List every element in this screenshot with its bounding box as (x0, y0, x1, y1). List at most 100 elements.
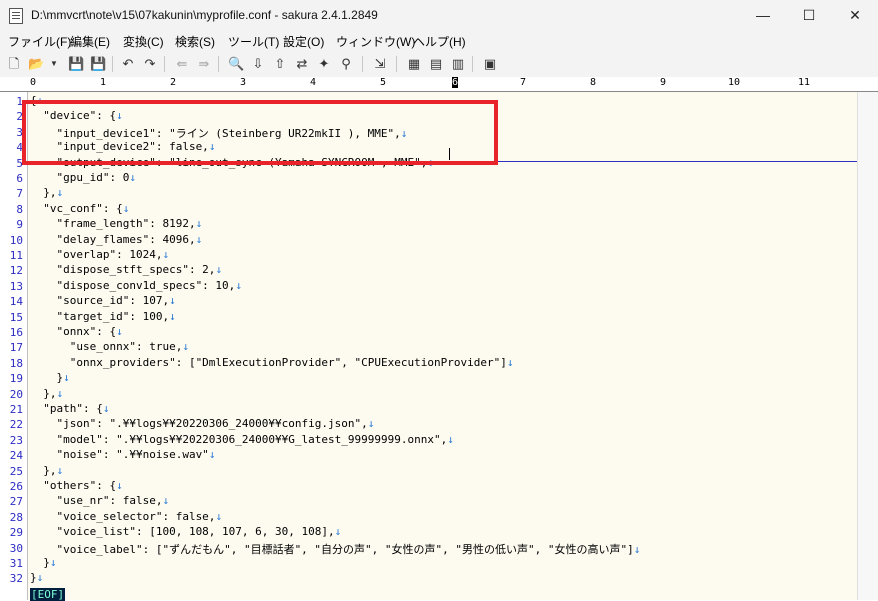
line-number: 23 (9, 433, 23, 447)
ruler-mark: 11 (798, 77, 811, 88)
line-end-arrow-icon: ↓ (116, 479, 123, 492)
line-number: 6 (16, 172, 23, 185)
code-line-text: "source_id": 107, (30, 294, 170, 308)
code-line: "use_onnx": true,↓ (30, 340, 189, 353)
dropdown-arrow-icon[interactable]: ▼ (46, 56, 62, 72)
code-line: "model": ".¥¥logs¥¥20220306_24000¥¥G_lat… (30, 432, 453, 446)
line-number: 29 (9, 526, 23, 540)
menu-window[interactable]: ウィンドウ(W) (336, 33, 415, 50)
ruler-mark: 4 (310, 77, 317, 88)
code-line: "frame_length": 8192,↓ (30, 217, 202, 230)
code-line: "onnx": {↓ (30, 325, 123, 338)
code-line-text: }, (30, 463, 57, 477)
code-line: "path": {↓ (30, 402, 109, 415)
grep-icon[interactable]: ⚲ (338, 56, 354, 72)
code-line: "dispose_stft_specs": 2,↓ (30, 263, 222, 276)
code-line-text: "model": ".¥¥logs¥¥20220306_24000¥¥G_lat… (30, 432, 448, 446)
menu-tools[interactable]: ツール(T) (228, 33, 279, 50)
window-title: D:\mmvcrt\note\v15\07kakunin\myprofile.c… (31, 8, 378, 22)
line-end-arrow-icon: ↓ (162, 494, 170, 508)
code-line: "noise": ".¥¥noise.wav"↓ (30, 448, 215, 461)
menu-settings[interactable]: 設定(O) (283, 33, 324, 50)
code-line: "onnx_providers": ["DmlExecutionProvider… (30, 355, 514, 369)
redo-icon[interactable]: ↷ (142, 56, 158, 72)
search-next-icon[interactable]: ⇩ (250, 56, 266, 72)
code-line: "voice_list": [100, 108, 107, 6, 30, 108… (30, 525, 341, 538)
text-area[interactable]: {↓ "device": {↓ "input_device1": "ライン (S… (27, 92, 859, 601)
compare-icon[interactable]: ▦ (406, 56, 422, 72)
replace-icon[interactable]: ⇄ (294, 56, 310, 72)
highlight-search-icon[interactable]: ✦ (316, 56, 332, 72)
code-line: }↓ (30, 556, 57, 569)
code-line-text: "vc_conf": { (30, 201, 123, 215)
line-end-arrow-icon: ↓ (235, 278, 242, 292)
line-end-arrow-icon: ↓ (116, 325, 123, 338)
jump-back-icon[interactable]: ⇚ (174, 56, 190, 72)
code-line-text: "delay_flames": 4096, (30, 232, 196, 246)
vertical-scrollbar[interactable] (857, 92, 878, 600)
jump-forward-icon[interactable]: ⇛ (196, 56, 212, 72)
toolbar-separator (362, 56, 363, 72)
close-button[interactable]: ✕ (832, 0, 878, 31)
toolbar-separator (112, 56, 113, 72)
menu-edit[interactable]: 編集(E) (70, 33, 110, 50)
line-number: 10 (9, 233, 23, 247)
line-end-arrow-icon: ↓ (49, 556, 57, 569)
line-number: 16 (9, 326, 23, 339)
line-end-arrow-icon: ↓ (633, 542, 641, 556)
line-end-arrow-icon: ↓ (169, 309, 176, 323)
tag-jump-icon[interactable]: ▤ (428, 56, 444, 72)
search-icon[interactable]: 🔍 (228, 56, 244, 72)
code-line: "vc_conf": {↓ (30, 202, 129, 215)
menu-file[interactable]: ファイル(F) (8, 33, 71, 50)
code-line: "others": {↓ (30, 479, 123, 492)
code-line: }↓ (30, 371, 69, 385)
code-line-text: "use_onnx": true, (30, 340, 183, 354)
code-line-text: "frame_length": 8192, (30, 217, 196, 231)
code-line: "voice_label": ["ずんだもん", "目標話者", "自分の声",… (30, 541, 640, 557)
ruler-mark: 8 (590, 77, 597, 88)
new-file-icon[interactable]: 🗋 (6, 56, 22, 72)
code-line-text: "gpu_id": 0 (30, 171, 130, 184)
code-line-text: "onnx_providers": ["DmlExecutionProvider… (30, 355, 507, 369)
code-line-text: "voice_selector": false, (30, 509, 216, 523)
menu-convert[interactable]: 変換(C) (123, 33, 164, 50)
settings-icon[interactable]: ▣ (482, 56, 498, 72)
line-end-arrow-icon: ↓ (56, 463, 64, 477)
search-prev-icon[interactable]: ⇧ (272, 56, 288, 72)
line-number: 12 (9, 264, 23, 278)
code-line-text: "others": { (30, 479, 117, 492)
code-line: "use_nr": false,↓ (30, 494, 169, 507)
code-line: "target_id": 100,↓ (30, 309, 176, 323)
line-number: 8 (16, 202, 23, 216)
line-number: 31 (9, 557, 23, 570)
save-as-icon[interactable]: 💾 (90, 56, 106, 72)
ruler-mark: 10 (728, 77, 741, 88)
save-icon[interactable]: 💾 (68, 56, 84, 72)
maximize-button[interactable]: ☐ (786, 0, 832, 31)
toolbar-separator (396, 56, 397, 72)
outline-icon[interactable]: ⇲ (372, 56, 388, 72)
line-end-arrow-icon: ↓ (215, 509, 223, 523)
line-end-arrow-icon: ↓ (36, 571, 44, 585)
line-number: 13 (9, 279, 23, 293)
line-number: 18 (9, 356, 23, 370)
code-line-text: "noise": ".¥¥noise.wav" (30, 448, 209, 462)
code-line-text: } (30, 371, 64, 385)
code-line-text: } (30, 571, 37, 585)
highlight-box (22, 100, 498, 165)
line-number: 27 (9, 495, 23, 509)
code-line: },↓ (30, 387, 63, 400)
code-line: "source_id": 107,↓ (30, 294, 175, 308)
menu-help[interactable]: ヘルプ(H) (413, 33, 466, 50)
minimize-button[interactable]: — (740, 0, 786, 31)
line-number: 19 (9, 372, 23, 386)
undo-icon[interactable]: ↶ (120, 56, 136, 72)
code-line-text: "target_id": 100, (30, 309, 170, 323)
tag-back-icon[interactable]: ▥ (450, 56, 466, 72)
code-line-text: } (30, 556, 50, 569)
code-line-text: "dispose_conv1d_specs": 10, (30, 278, 236, 292)
open-folder-icon[interactable]: 📂 (28, 56, 44, 72)
menu-search[interactable]: 検索(S) (175, 33, 215, 50)
toolbar-separator (472, 56, 473, 72)
